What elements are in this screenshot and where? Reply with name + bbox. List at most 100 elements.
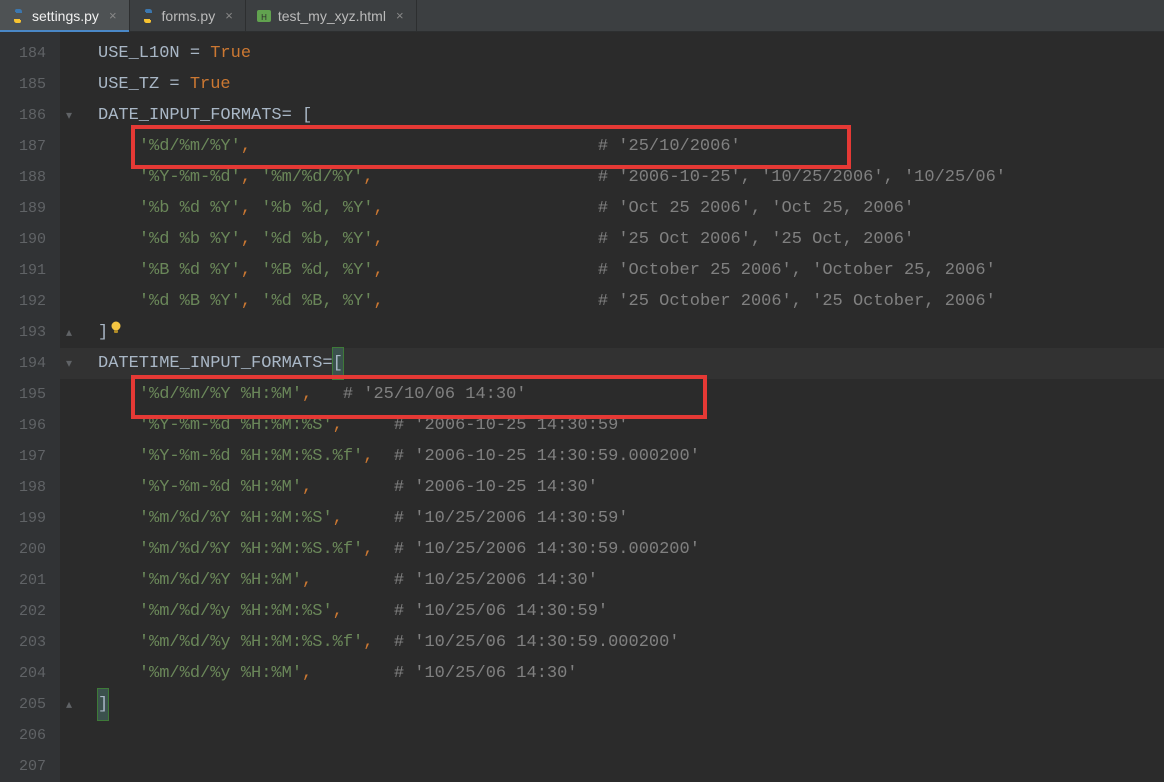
code-token: '%m/%d/%y %H:%M:%S.%f' bbox=[139, 627, 363, 658]
tab-bar: settings.py×forms.py×Htest_my_xyz.html× bbox=[0, 0, 1164, 32]
code-line[interactable]: '%m/%d/%y %H:%M:%S', # '10/25/06 14:30:5… bbox=[60, 596, 1164, 627]
code-line[interactable]: '%m/%d/%y %H:%M:%S.%f', # '10/25/06 14:3… bbox=[60, 627, 1164, 658]
code-token: , bbox=[241, 193, 261, 224]
code-line[interactable] bbox=[60, 720, 1164, 751]
code-line[interactable]: '%m/%d/%Y %H:%M', # '10/25/2006 14:30' bbox=[60, 565, 1164, 596]
code-token: # '10/25/06 14:30' bbox=[394, 658, 578, 689]
tab-forms-py[interactable]: forms.py× bbox=[130, 0, 246, 31]
code-token bbox=[312, 565, 394, 596]
code-line[interactable]: '%m/%d/%Y %H:%M:%S.%f', # '10/25/2006 14… bbox=[60, 534, 1164, 565]
code-line[interactable]: USE_L10N = True bbox=[60, 38, 1164, 69]
indent bbox=[98, 162, 139, 193]
code-token: '%Y-%m-%d %H:%M:%S.%f' bbox=[139, 441, 363, 472]
code-editor[interactable]: 1841851861871881891901911921931941951961… bbox=[0, 32, 1164, 782]
code-token: # '2006-10-25 14:30:59' bbox=[394, 410, 629, 441]
indent bbox=[98, 503, 139, 534]
code-token: , bbox=[241, 162, 261, 193]
code-line[interactable]: '%Y-%m-%d %H:%M:%S.%f', # '2006-10-25 14… bbox=[60, 441, 1164, 472]
code-token bbox=[373, 534, 393, 565]
code-token: '%b %d %Y' bbox=[139, 193, 241, 224]
fold-gutter[interactable]: ▾ bbox=[60, 110, 98, 122]
close-icon[interactable]: × bbox=[225, 8, 233, 23]
indent bbox=[98, 379, 139, 410]
line-number-gutter: 1841851861871881891901911921931941951961… bbox=[0, 32, 60, 782]
code-token bbox=[312, 658, 394, 689]
fold-open-icon[interactable]: ▾ bbox=[64, 358, 74, 370]
code-line[interactable]: '%Y-%m-%d %H:%M', # '2006-10-25 14:30' bbox=[60, 472, 1164, 503]
code-token: # '2006-10-25', '10/25/2006', '10/25/06' bbox=[598, 162, 1006, 193]
code-token: '%B %d, %Y' bbox=[261, 255, 373, 286]
code-line[interactable]: '%m/%d/%y %H:%M', # '10/25/06 14:30' bbox=[60, 658, 1164, 689]
code-line[interactable]: ▴] bbox=[60, 317, 1164, 348]
fold-gutter[interactable]: ▴ bbox=[60, 327, 98, 339]
code-token: , bbox=[333, 503, 343, 534]
code-token: , bbox=[302, 565, 312, 596]
line-number: 205 bbox=[0, 689, 60, 720]
code-token: True bbox=[190, 69, 231, 100]
code-line[interactable]: '%d %B %Y', '%d %B, %Y', # '25 October 2… bbox=[60, 286, 1164, 317]
code-line[interactable] bbox=[60, 751, 1164, 782]
line-number: 189 bbox=[0, 193, 60, 224]
code-line[interactable]: '%b %d %Y', '%b %d, %Y', # 'Oct 25 2006'… bbox=[60, 193, 1164, 224]
close-icon[interactable]: × bbox=[109, 8, 117, 23]
code-line[interactable]: '%m/%d/%Y %H:%M:%S', # '10/25/2006 14:30… bbox=[60, 503, 1164, 534]
code-line[interactable]: '%d/%m/%Y %H:%M', # '25/10/06 14:30' bbox=[60, 379, 1164, 410]
code-line[interactable]: '%d/%m/%Y', # '25/10/2006' bbox=[60, 131, 1164, 162]
code-token: '%m/%d/%Y %H:%M' bbox=[139, 565, 302, 596]
code-token bbox=[312, 379, 343, 410]
code-token: # '10/25/2006 14:30' bbox=[394, 565, 598, 596]
code-token: '%d %B, %Y' bbox=[261, 286, 373, 317]
code-token: USE_L10N = bbox=[98, 38, 210, 69]
intention-bulb-icon[interactable] bbox=[108, 317, 124, 333]
code-token: , bbox=[373, 193, 383, 224]
code-token: True bbox=[210, 38, 251, 69]
close-icon[interactable]: × bbox=[396, 8, 404, 23]
line-number: 192 bbox=[0, 286, 60, 317]
code-token bbox=[251, 131, 598, 162]
line-number: 201 bbox=[0, 565, 60, 596]
code-token: , bbox=[373, 286, 383, 317]
code-token: [ bbox=[302, 100, 312, 131]
code-line[interactable]: ▴] bbox=[60, 689, 1164, 720]
line-number: 199 bbox=[0, 503, 60, 534]
code-line[interactable]: '%Y-%m-%d', '%m/%d/%Y', # '2006-10-25', … bbox=[60, 162, 1164, 193]
code-token: '%d %B %Y' bbox=[139, 286, 241, 317]
line-number: 184 bbox=[0, 38, 60, 69]
line-number: 202 bbox=[0, 596, 60, 627]
indent bbox=[98, 255, 139, 286]
code-line[interactable]: USE_TZ = True bbox=[60, 69, 1164, 100]
code-token: # '25/10/2006' bbox=[598, 131, 741, 162]
line-number: 190 bbox=[0, 224, 60, 255]
fold-open-icon[interactable]: ▾ bbox=[64, 110, 74, 122]
code-token: ] bbox=[98, 317, 108, 348]
code-area[interactable]: USE_L10N = TrueUSE_TZ = True▾DATE_INPUT_… bbox=[60, 32, 1164, 782]
code-line[interactable]: ▾DATE_INPUT_FORMATS= [ bbox=[60, 100, 1164, 131]
indent bbox=[98, 286, 139, 317]
code-token bbox=[384, 224, 598, 255]
code-token: '%Y-%m-%d %H:%M:%S' bbox=[139, 410, 333, 441]
code-line[interactable]: '%Y-%m-%d %H:%M:%S', # '2006-10-25 14:30… bbox=[60, 410, 1164, 441]
fold-close-icon[interactable]: ▴ bbox=[64, 699, 74, 711]
code-line[interactable]: '%B %d %Y', '%B %d, %Y', # 'October 25 2… bbox=[60, 255, 1164, 286]
line-number: 193 bbox=[0, 317, 60, 348]
code-token: '%m/%d/%Y %H:%M:%S' bbox=[139, 503, 333, 534]
code-token: , bbox=[241, 224, 261, 255]
line-number: 207 bbox=[0, 751, 60, 782]
code-token: '%b %d, %Y' bbox=[261, 193, 373, 224]
code-token bbox=[312, 472, 394, 503]
tab-settings-py[interactable]: settings.py× bbox=[0, 0, 130, 31]
code-line[interactable]: '%d %b %Y', '%d %b, %Y', # '25 Oct 2006'… bbox=[60, 224, 1164, 255]
tab-test_my_xyz-html[interactable]: Htest_my_xyz.html× bbox=[246, 0, 417, 31]
code-line[interactable]: ▾DATETIME_INPUT_FORMATS=[ bbox=[60, 348, 1164, 379]
code-token: '%Y-%m-%d' bbox=[139, 162, 241, 193]
code-token: '%d/%m/%Y %H:%M' bbox=[139, 379, 302, 410]
fold-gutter[interactable]: ▾ bbox=[60, 358, 98, 370]
indent bbox=[98, 410, 139, 441]
code-token: , bbox=[241, 131, 251, 162]
fold-close-icon[interactable]: ▴ bbox=[64, 327, 74, 339]
line-number: 186 bbox=[0, 100, 60, 131]
fold-gutter[interactable]: ▴ bbox=[60, 699, 98, 711]
indent bbox=[98, 596, 139, 627]
code-token: , bbox=[363, 534, 373, 565]
line-number: 191 bbox=[0, 255, 60, 286]
